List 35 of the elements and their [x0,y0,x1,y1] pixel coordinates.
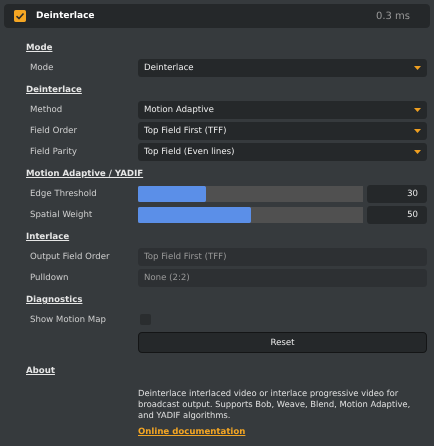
field-label: Field Parity [29,146,78,156]
section-heading: Interlace [26,231,70,243]
timing-label: 0.3 ms [376,10,410,22]
dropdown[interactable]: Deinterlace [138,58,427,76]
slider-track[interactable] [138,186,363,202]
field-label: Spatial Weight [29,210,94,220]
caret-icon [414,108,421,112]
value-field[interactable]: 30 [367,184,427,202]
slider-track[interactable] [138,206,363,222]
section-heading: About [26,365,56,377]
value-field[interactable]: 50 [367,206,427,224]
caret-icon [414,128,421,132]
caret-icon [414,150,421,154]
caret-icon [414,66,421,70]
field-label: Field Order [29,126,78,136]
field-label: Pulldown [29,272,70,282]
field-label: Mode [29,62,54,72]
dropdown[interactable]: Top Field First (TFF) [138,122,427,140]
section-heading: Deinterlace [26,84,83,96]
field-label: Show Motion Map [29,314,107,324]
readonly-field: None (2:2) [138,268,427,286]
dropdown[interactable]: Motion Adaptive [138,100,427,118]
section-heading: Motion Adaptive / YADIF [26,168,144,180]
field-label: Method [29,104,64,114]
field-label: Output Field Order [29,252,111,262]
documentation-link[interactable]: Online documentation [138,427,246,437]
enable-checkbox[interactable] [14,10,26,22]
description-text: Deinterlace interlaced video or interlace progressive video for broadcast output. Supports Bob, Weave, Blend, Motion Adaptive, and YADIF algorithms. [138,388,412,421]
dropdown[interactable]: Top Field (Even lines) [138,142,427,160]
field-label: Edge Threshold [29,188,98,198]
readonly-field: Top Field First (TFF) [138,248,427,266]
reset-button[interactable]: Reset [138,332,427,353]
section-heading: Mode [26,42,54,54]
effect-title: Deinterlace [36,11,95,21]
section-heading: Diagnostics [26,294,84,306]
